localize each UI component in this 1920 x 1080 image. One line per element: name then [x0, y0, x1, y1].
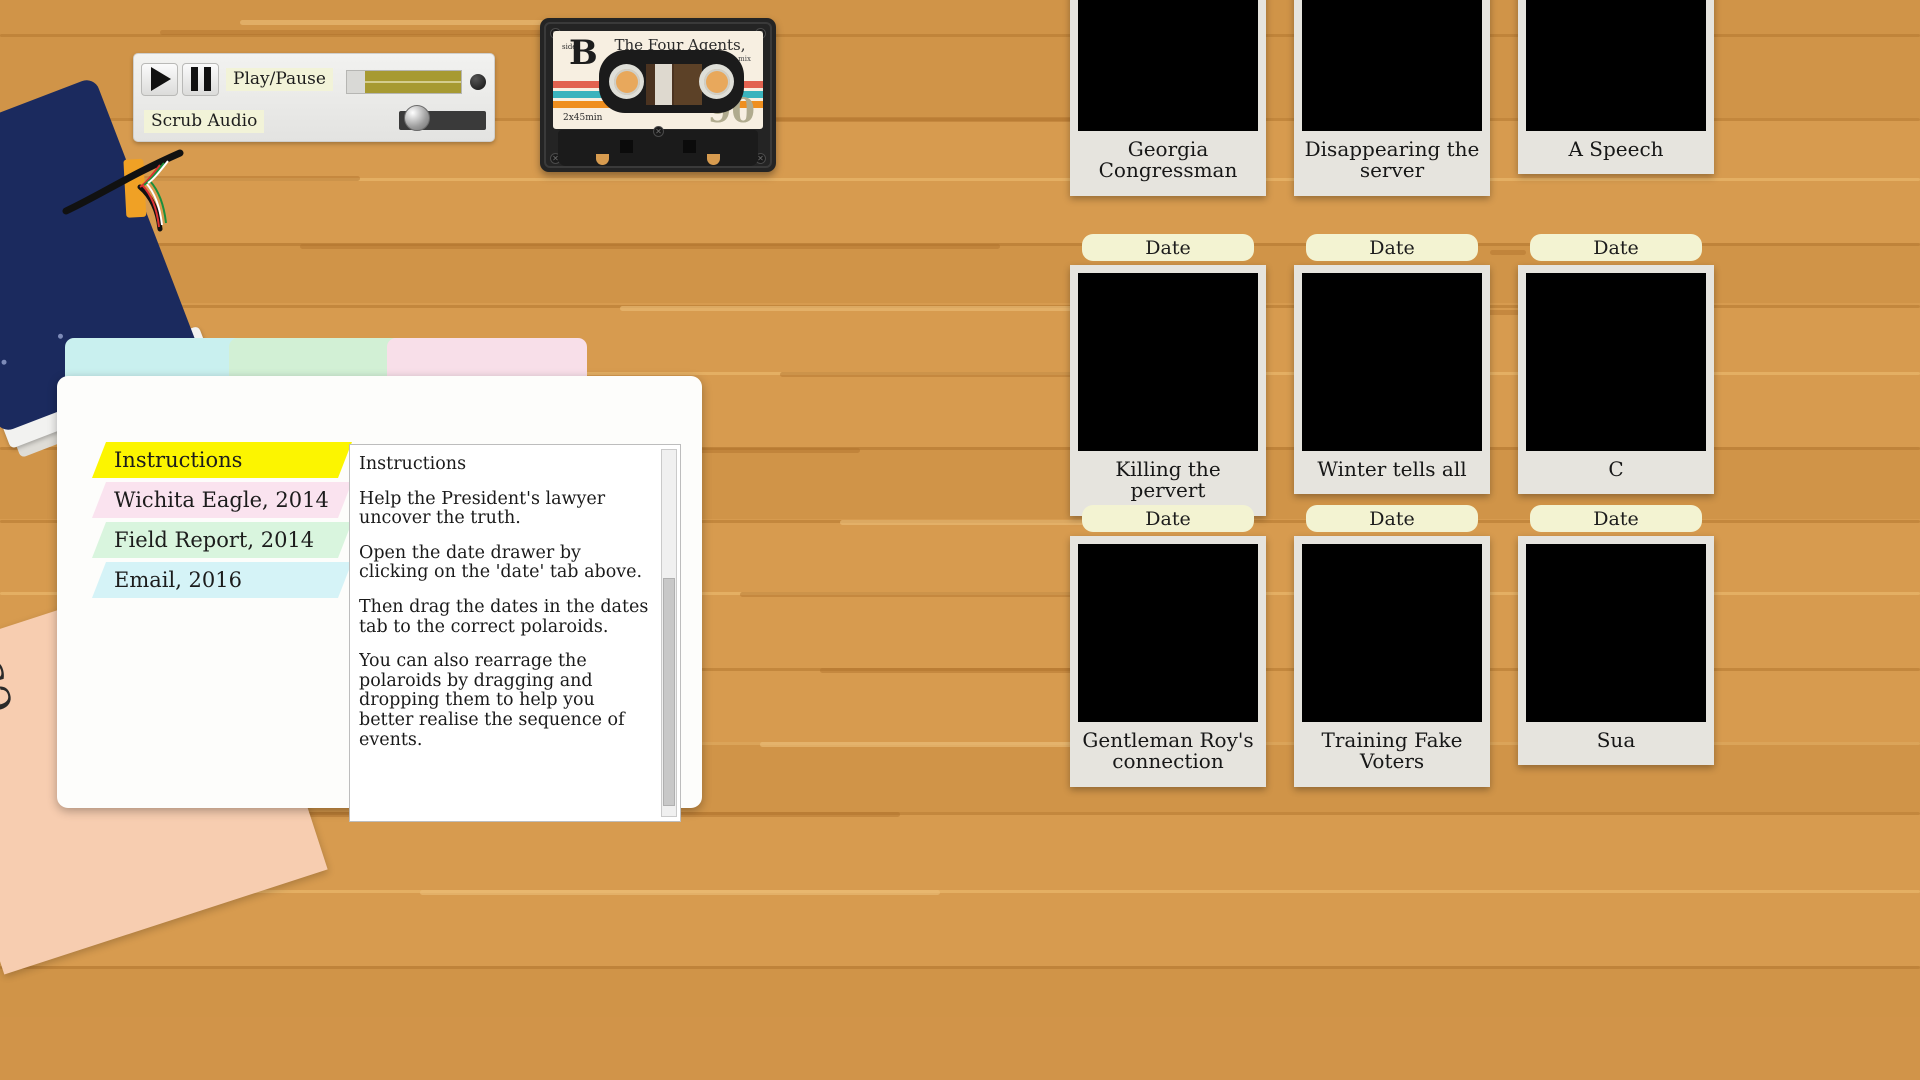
cassette-label: side B The Four Agents, 2018 mix 2x45min…: [553, 31, 763, 129]
document-tab-label: Field Report, 2014: [114, 528, 314, 552]
envelope-label: es: [0, 654, 24, 720]
polaroid-caption: Training Fake Voters: [1302, 722, 1482, 783]
polaroid-photo: [1526, 544, 1706, 722]
document-viewer: Instructions Help the President's lawyer…: [349, 444, 681, 822]
document-paragraph: Help the President's lawyer uncover the …: [359, 490, 654, 529]
date-tag[interactable]: Date: [1082, 234, 1254, 261]
document-paragraph: You can also rearrage the polaroids by d…: [359, 652, 654, 750]
polaroid-photo: [1526, 273, 1706, 451]
volume-track[interactable]: [346, 70, 462, 94]
document-tab-label: Instructions: [114, 448, 242, 472]
document-heading: Instructions: [359, 455, 654, 475]
pause-icon: [191, 67, 211, 91]
polaroid-photo: [1302, 273, 1482, 451]
play-button[interactable]: [141, 63, 178, 96]
cassette-tape[interactable]: side B The Four Agents, 2018 mix 2x45min…: [540, 18, 776, 172]
polaroid-caption: C: [1526, 451, 1706, 490]
polaroid-caption: Disappearing the server: [1302, 131, 1482, 192]
date-tag[interactable]: Date: [1306, 234, 1478, 261]
screw-icon: [653, 126, 664, 137]
polaroid-caption: Winter tells all: [1302, 451, 1482, 490]
polaroid-photo: [1302, 544, 1482, 722]
cassette-shell-bottom: [558, 130, 758, 166]
volume-control[interactable]: [346, 69, 486, 95]
polaroid-photo: [1078, 273, 1258, 451]
polaroid-photo: [1526, 0, 1706, 131]
polaroid-caption: Sua: [1526, 722, 1706, 761]
date-tag[interactable]: Date: [1306, 505, 1478, 532]
volume-fill: [365, 71, 461, 93]
date-tag[interactable]: Date: [1530, 505, 1702, 532]
document-paragraph: Open the date drawer by clicking on the …: [359, 544, 654, 583]
polaroid-row: Georgia Congressman Disappearing the ser…: [1070, 0, 1714, 196]
polaroid-cell[interactable]: Disappearing the server: [1294, 0, 1490, 196]
document-scrollbar[interactable]: [661, 449, 677, 817]
scrub-audio-label: Scrub Audio: [144, 110, 264, 133]
document-tab-email[interactable]: Email, 2016: [92, 562, 352, 598]
polaroid-cell[interactable]: Date Killing the pervert: [1070, 234, 1266, 516]
cassette-reel-left: [609, 64, 644, 99]
folder-paper: Instructions Wichita Eagle, 2014 Field R…: [57, 376, 702, 808]
case-folder[interactable]: Instructions Wichita Eagle, 2014 Field R…: [57, 338, 702, 808]
cassette-side-letter: B: [569, 36, 598, 70]
polaroid-cell[interactable]: A Speech: [1518, 0, 1714, 196]
polaroid[interactable]: Disappearing the server: [1294, 0, 1490, 196]
polaroid[interactable]: C: [1518, 265, 1714, 494]
polaroid-row: Date Gentleman Roy's connection Date Tra…: [1070, 505, 1714, 787]
document-paragraph: Then drag the dates in the dates tab to …: [359, 598, 654, 637]
polaroid-cell[interactable]: Date Winter tells all: [1294, 234, 1490, 516]
scrollbar-thumb[interactable]: [663, 578, 675, 806]
play-pause-label: Play/Pause: [226, 68, 333, 91]
polaroid-row: Date Killing the pervert Date Winter tel…: [1070, 234, 1714, 516]
polaroid-caption: Georgia Congressman: [1078, 131, 1258, 192]
polaroid[interactable]: Killing the pervert: [1070, 265, 1266, 516]
polaroid-cell[interactable]: Date Training Fake Voters: [1294, 505, 1490, 787]
document-tab-instructions[interactable]: Instructions: [92, 442, 352, 478]
polaroid[interactable]: Gentleman Roy's connection: [1070, 536, 1266, 787]
polaroid[interactable]: Training Fake Voters: [1294, 536, 1490, 787]
cassette-window: [599, 50, 744, 113]
polaroid[interactable]: Sua: [1518, 536, 1714, 765]
polaroid-caption: A Speech: [1526, 131, 1706, 170]
polaroid[interactable]: Georgia Congressman: [1070, 0, 1266, 196]
polaroid[interactable]: Winter tells all: [1294, 265, 1490, 494]
polaroid-photo: [1078, 544, 1258, 722]
cassette-duration: 2x45min: [563, 113, 602, 123]
cassette-reel-right: [699, 64, 734, 99]
polaroid-cell[interactable]: Date C: [1518, 234, 1714, 516]
polaroid-cell[interactable]: Georgia Congressman: [1070, 0, 1266, 196]
polaroid-cell[interactable]: Date Sua: [1518, 505, 1714, 787]
wires-graphic: [60, 135, 260, 245]
polaroid-cell[interactable]: Date Gentleman Roy's connection: [1070, 505, 1266, 787]
document-text: Instructions Help the President's lawyer…: [359, 455, 654, 815]
date-tag[interactable]: Date: [1530, 234, 1702, 261]
document-tab-field-report[interactable]: Field Report, 2014: [92, 522, 352, 558]
polaroid-photo: [1078, 0, 1258, 131]
document-tab-list: Instructions Wichita Eagle, 2014 Field R…: [92, 442, 352, 602]
polaroid[interactable]: A Speech: [1518, 0, 1714, 174]
document-tab-label: Email, 2016: [114, 568, 242, 592]
polaroid-caption: Gentleman Roy's connection: [1078, 722, 1258, 783]
document-tab-label: Wichita Eagle, 2014: [114, 488, 329, 512]
date-tag[interactable]: Date: [1082, 505, 1254, 532]
polaroid-caption: Killing the pervert: [1078, 451, 1258, 512]
audio-player-panel[interactable]: Play/Pause Scrub Audio: [133, 53, 495, 142]
polaroid-photo: [1302, 0, 1482, 131]
document-tab-wichita-eagle[interactable]: Wichita Eagle, 2014: [92, 482, 352, 518]
play-icon: [151, 67, 171, 91]
pause-button[interactable]: [182, 63, 219, 96]
volume-knob-icon[interactable]: [470, 74, 486, 90]
